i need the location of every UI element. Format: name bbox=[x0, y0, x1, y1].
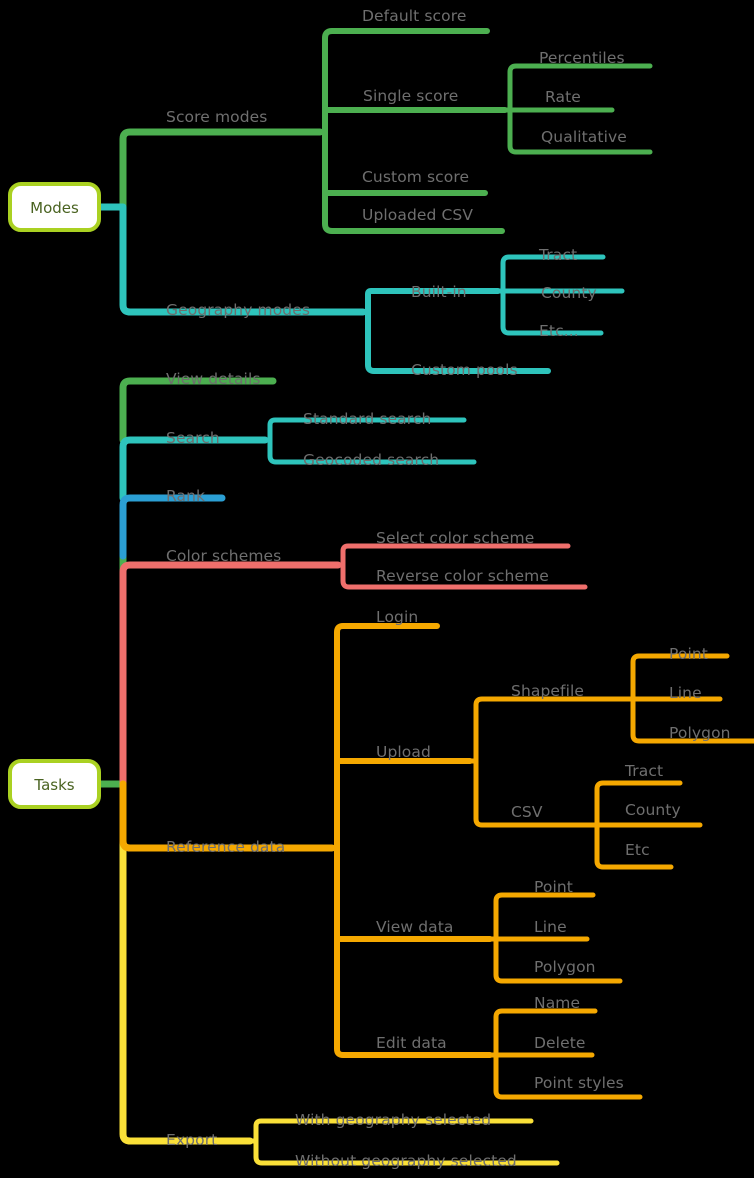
node-label-login[interactable]: Login bbox=[376, 608, 418, 626]
node-label-export[interactable]: Export bbox=[166, 1131, 217, 1149]
node-label-vd-line[interactable]: Line bbox=[534, 918, 567, 936]
node-label-ed-point-styles[interactable]: Point styles bbox=[534, 1074, 624, 1092]
branch-connector-rd-login bbox=[334, 623, 440, 851]
node-label-shapefile[interactable]: Shapefile bbox=[511, 682, 584, 700]
node-label-shp-point[interactable]: Point bbox=[669, 645, 708, 663]
node-label-ed-delete[interactable]: Delete bbox=[534, 1034, 586, 1052]
branch-connector-rd-editdata bbox=[334, 845, 493, 1058]
node-label-geocoded-search[interactable]: Geocoded search bbox=[303, 451, 439, 469]
node-label-custom-pools[interactable]: Custom pools bbox=[411, 361, 518, 379]
node-label-default-score[interactable]: Default score bbox=[362, 7, 467, 25]
node-label-tract[interactable]: Tract bbox=[538, 246, 577, 264]
branch-connector-rd-upload bbox=[334, 758, 473, 851]
branch-layer bbox=[97, 28, 754, 1166]
root-node-label-modes: Modes bbox=[30, 199, 79, 217]
node-label-search[interactable]: Search bbox=[166, 429, 220, 447]
branch-connector-tasks-spine-salmon bbox=[119, 561, 342, 788]
node-label-reverse-color-scheme[interactable]: Reverse color scheme bbox=[376, 567, 549, 585]
root-node-modes[interactable]: Modes bbox=[8, 182, 101, 232]
branch-connector-sm-single bbox=[322, 107, 508, 135]
node-label-rate[interactable]: Rate bbox=[545, 88, 581, 106]
node-label-view-details[interactable]: View details bbox=[166, 370, 261, 388]
node-label-with-geography-selected[interactable]: With geography selected bbox=[295, 1111, 491, 1129]
root-node-label-tasks: Tasks bbox=[33, 776, 74, 794]
node-label-select-color-scheme[interactable]: Select color scheme bbox=[376, 529, 534, 547]
node-label-standard-search[interactable]: Standard search bbox=[303, 410, 431, 428]
node-label-custom-score[interactable]: Custom score bbox=[362, 168, 469, 186]
node-label-built-in[interactable]: Built-in bbox=[411, 283, 467, 301]
node-label-score-modes[interactable]: Score modes bbox=[166, 108, 267, 126]
node-label-without-geography-selected[interactable]: Without geography selected bbox=[295, 1152, 517, 1170]
node-label-csv-etc[interactable]: Etc bbox=[625, 841, 650, 859]
branch-connector-up-shapefile bbox=[473, 696, 631, 764]
node-label-csv[interactable]: CSV bbox=[511, 803, 543, 821]
node-label-shp-line[interactable]: Line bbox=[669, 684, 702, 702]
node-label-qualitative[interactable]: Qualitative bbox=[541, 128, 627, 146]
node-label-upload[interactable]: Upload bbox=[376, 743, 431, 761]
branch-connector-modes-spine-green bbox=[97, 128, 324, 211]
mindmap-canvas: Modes Tasks Score modes Default score Singl… bbox=[0, 0, 754, 1178]
node-label-uploaded-csv[interactable]: Uploaded CSV bbox=[362, 206, 473, 224]
node-label-view-data[interactable]: View data bbox=[376, 918, 454, 936]
root-node-tasks[interactable]: Tasks bbox=[8, 759, 101, 809]
node-label-shp-polygon[interactable]: Polygon bbox=[669, 724, 731, 742]
node-label-ed-name[interactable]: Name bbox=[534, 994, 580, 1012]
node-label-geography-modes[interactable]: Geography modes bbox=[166, 301, 310, 319]
node-label-vd-polygon[interactable]: Polygon bbox=[534, 958, 596, 976]
node-label-csv-tract[interactable]: Tract bbox=[624, 762, 663, 780]
node-label-csv-county[interactable]: County bbox=[625, 801, 681, 819]
node-label-edit-data[interactable]: Edit data bbox=[376, 1034, 447, 1052]
node-label-reference-data[interactable]: Reference data bbox=[166, 838, 285, 856]
root-node-layer: Modes Tasks bbox=[8, 182, 101, 809]
node-label-percentiles[interactable]: Percentiles bbox=[539, 49, 625, 67]
node-label-county[interactable]: County bbox=[541, 284, 597, 302]
branch-connector-cs-select bbox=[340, 543, 571, 568]
node-label-etc-ellipsis[interactable]: Etc... bbox=[539, 322, 579, 340]
node-label-vd-point[interactable]: Point bbox=[534, 878, 573, 896]
branch-connector-sm-default bbox=[322, 28, 490, 135]
mindmap-svg: Modes Tasks Score modes Default score Singl… bbox=[8, 7, 754, 1170]
node-label-color-schemes[interactable]: Color schemes bbox=[166, 547, 281, 565]
node-label-rank[interactable]: Rank bbox=[166, 487, 205, 505]
node-label-single-score[interactable]: Single score bbox=[363, 87, 458, 105]
